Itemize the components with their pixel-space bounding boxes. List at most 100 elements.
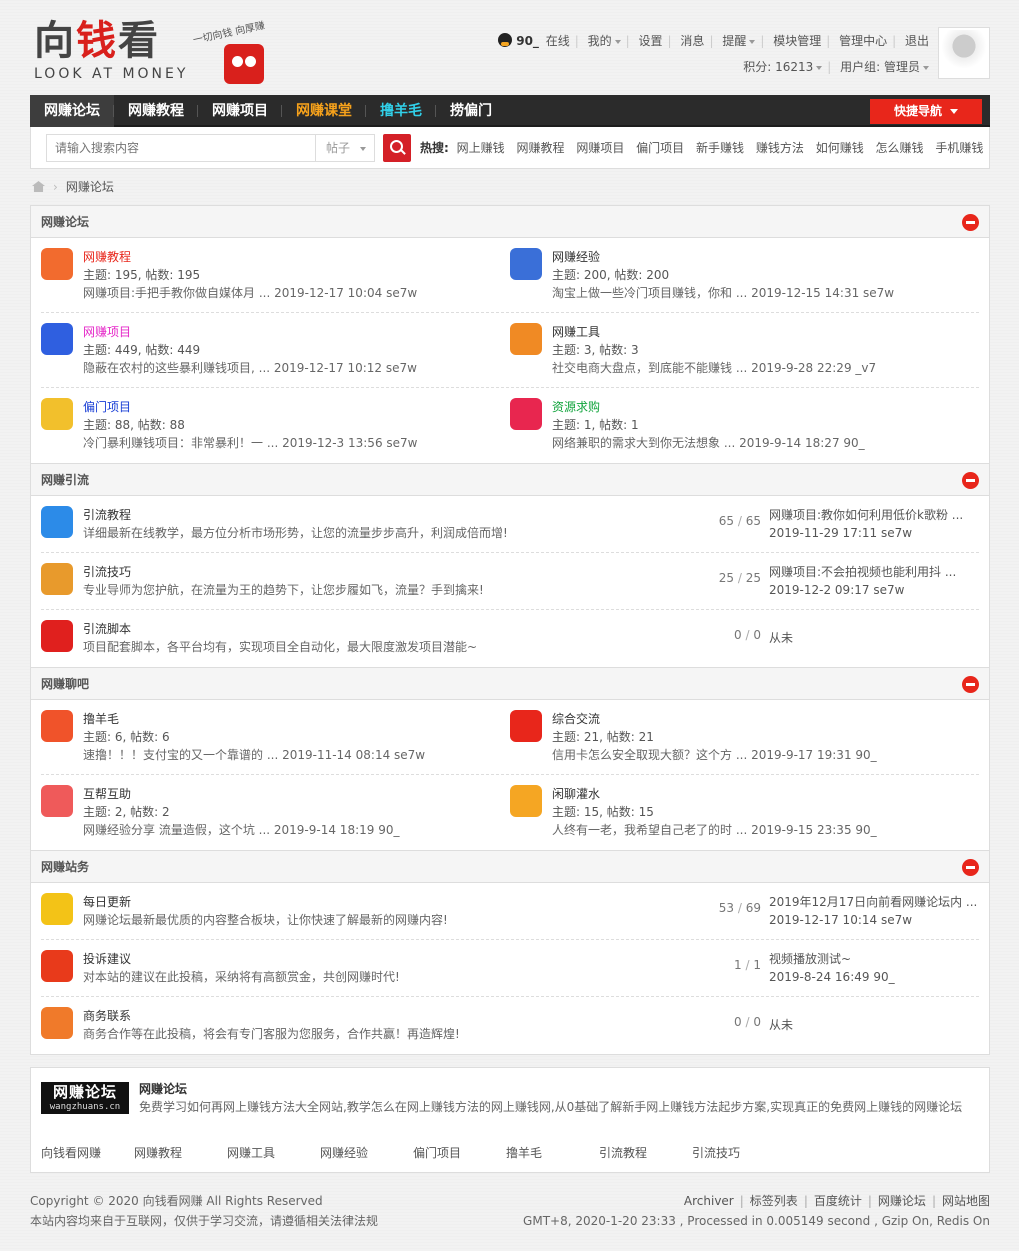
hot-word[interactable]: 偏门项目 — [636, 141, 684, 155]
forum-name[interactable]: 互帮互助 — [83, 785, 510, 803]
forum-icon[interactable] — [510, 710, 542, 742]
collapse-icon[interactable] — [962, 214, 979, 231]
home-icon[interactable] — [32, 181, 45, 192]
footer-title[interactable]: 网赚论坛 — [139, 1080, 979, 1098]
forum-link[interactable]: 网赚论坛 — [878, 1194, 926, 1208]
forum-name[interactable]: 网赚项目 — [83, 323, 510, 341]
forum-icon[interactable] — [41, 563, 73, 595]
hot-word[interactable]: 如何赚钱 — [816, 141, 864, 155]
hot-word[interactable]: 新手赚钱 — [696, 141, 744, 155]
forum-icon[interactable] — [41, 398, 73, 430]
forum-name[interactable]: 资源求购 — [552, 398, 979, 416]
forum-icon[interactable] — [510, 248, 542, 280]
forum-last-post[interactable]: 视频播放测试~ 2019-8-24 16:49 90_ — [769, 950, 979, 986]
nav-item-projects[interactable]: 网赚项目 — [198, 95, 282, 127]
forum-last-post[interactable]: 社交电商大盘点，到底能不能赚钱 ... 2019-9-28 22:29 _v7 — [552, 359, 979, 377]
nav-item-offbeat[interactable]: 捞偏门 — [436, 95, 506, 127]
forum-icon[interactable] — [510, 785, 542, 817]
nav-item-tutorial[interactable]: 网赚教程 — [114, 95, 198, 127]
nav-item-forum[interactable]: 网赚论坛 — [30, 95, 114, 127]
quick-nav-button[interactable]: 快捷导航 — [870, 99, 982, 124]
collapse-icon[interactable] — [962, 859, 979, 876]
forum-name[interactable]: 网赚教程 — [83, 248, 510, 266]
last-post-title[interactable]: 视频播放测试~ — [769, 950, 979, 968]
module-admin-link[interactable]: 模块管理 — [773, 34, 821, 48]
forum-icon[interactable] — [41, 323, 73, 355]
forum-name[interactable]: 网赚工具 — [552, 323, 979, 341]
forum-icon[interactable] — [41, 620, 73, 652]
forum-icon[interactable] — [41, 1007, 73, 1039]
forum-icon[interactable] — [510, 323, 542, 355]
hot-word[interactable]: 手机赚钱 — [935, 141, 983, 155]
forum-icon[interactable] — [41, 710, 73, 742]
section-title[interactable]: 网赚论坛 — [41, 215, 89, 229]
avatar[interactable] — [938, 27, 990, 79]
forum-last-post[interactable]: 网赚项目:手把手教你做自媒体月 ... 2019-12-17 10:04 se7… — [83, 284, 510, 302]
points-menu[interactable]: 积分: 16213 — [743, 60, 823, 74]
footer-link[interactable]: 网赚经验 — [320, 1144, 413, 1161]
hot-word[interactable]: 赚钱方法 — [756, 141, 804, 155]
section-title[interactable]: 网赚聊吧 — [41, 677, 89, 691]
username-link[interactable]: 90_ — [516, 34, 539, 48]
search-input[interactable] — [46, 134, 316, 162]
forum-name[interactable]: 网赚经验 — [552, 248, 979, 266]
sitemap-link[interactable]: 网站地图 — [942, 1194, 990, 1208]
usergroup-menu[interactable]: 用户组: 管理员 — [840, 60, 929, 74]
hot-word[interactable]: 网赚项目 — [576, 141, 624, 155]
forum-name[interactable]: 偏门项目 — [83, 398, 510, 416]
forum-last-post[interactable]: 2019年12月17日向前看网赚论坛内 ... 2019-12-17 10:14 … — [769, 893, 979, 929]
footer-link[interactable]: 引流教程 — [599, 1144, 692, 1161]
forum-icon[interactable] — [41, 785, 73, 817]
hot-word[interactable]: 怎么赚钱 — [876, 141, 924, 155]
forum-icon[interactable] — [41, 950, 73, 982]
hot-word[interactable]: 网上赚钱 — [457, 141, 505, 155]
hot-word[interactable]: 网赚教程 — [516, 141, 564, 155]
last-post-title[interactable]: 网赚项目:教你如何利用低价k歌粉 ... — [769, 506, 979, 524]
stats-link[interactable]: 百度统计 — [814, 1194, 862, 1208]
tags-link[interactable]: 标签列表 — [750, 1194, 798, 1208]
forum-last-post[interactable]: 网赚经验分享 流量造假，这个坑 ... 2019-9-14 18:19 90_ — [83, 821, 510, 839]
collapse-icon[interactable] — [962, 676, 979, 693]
footer-link[interactable]: 网赚教程 — [134, 1144, 227, 1161]
footer-link[interactable]: 偏门项目 — [413, 1144, 506, 1161]
footer-link[interactable]: 网赚工具 — [227, 1144, 320, 1161]
forum-last-post[interactable]: 冷门暴利赚钱项目：非常暴利！一 ... 2019-12-3 13:56 se7w — [83, 434, 510, 452]
footer-logo[interactable]: 网赚论坛 wangzhuans.cn — [41, 1082, 129, 1114]
online-status[interactable]: 在线 — [546, 34, 570, 48]
search-type-select[interactable]: 帖子 — [315, 134, 375, 162]
forum-name[interactable]: 闲聊灌水 — [552, 785, 979, 803]
footer-link[interactable]: 撸羊毛 — [506, 1144, 599, 1161]
forum-icon[interactable] — [41, 248, 73, 280]
last-post-title[interactable]: 2019年12月17日向前看网赚论坛内 ... — [769, 893, 979, 911]
archiver-link[interactable]: Archiver — [684, 1194, 734, 1208]
forum-last-post[interactable]: 网赚项目:不会拍视频也能利用抖 ... 2019-12-2 09:17 se7w — [769, 563, 979, 599]
admin-center-link[interactable]: 管理中心 — [839, 34, 887, 48]
section-title[interactable]: 网赚站务 — [41, 860, 89, 874]
forum-last-post[interactable]: 隐蔽在农村的这些暴利赚钱项目, ... 2019-12-17 10:12 se7… — [83, 359, 510, 377]
section-title[interactable]: 网赚引流 — [41, 473, 89, 487]
nav-item-wool[interactable]: 撸羊毛 — [366, 95, 436, 127]
nav-item-classroom[interactable]: 网赚课堂 — [282, 95, 366, 127]
breadcrumb-current[interactable]: 网赚论坛 — [66, 180, 114, 194]
forum-last-post[interactable]: 人终有一老，我希望自己老了的时 ... 2019-9-15 23:35 90_ — [552, 821, 979, 839]
search-button[interactable] — [383, 134, 411, 162]
last-post-title[interactable]: 网赚项目:不会拍视频也能利用抖 ... — [769, 563, 979, 581]
forum-icon[interactable] — [510, 398, 542, 430]
collapse-icon[interactable] — [962, 472, 979, 489]
messages-link[interactable]: 消息 — [680, 34, 704, 48]
forum-last-post[interactable]: 网络兼职的需求大到你无法想象 ... 2019-9-14 18:27 90_ — [552, 434, 979, 452]
forum-name[interactable]: 撸羊毛 — [83, 710, 510, 728]
forum-icon[interactable] — [41, 506, 73, 538]
footer-link[interactable]: 向钱看网赚 — [41, 1144, 134, 1161]
reminders-menu[interactable]: 提醒 — [722, 34, 756, 48]
forum-last-post[interactable]: 淘宝上做一些冷门项目赚钱，你和 ... 2019-12-15 14:31 se7… — [552, 284, 979, 302]
forum-name[interactable]: 综合交流 — [552, 710, 979, 728]
site-logo[interactable]: 向钱看 LOOK AT MONEY 一切向钱 向厚赚 — [34, 18, 274, 88]
logout-link[interactable]: 退出 — [905, 34, 929, 48]
forum-last-post[interactable]: 网赚项目:教你如何利用低价k歌粉 ... 2019-11-29 17:11 se7… — [769, 506, 979, 542]
settings-link[interactable]: 设置 — [639, 34, 663, 48]
footer-link[interactable]: 引流技巧 — [692, 1144, 785, 1161]
my-menu[interactable]: 我的 — [588, 34, 621, 48]
forum-icon[interactable] — [41, 893, 73, 925]
forum-last-post[interactable]: 速撸！！！支付宝的又一个靠谱的 ... 2019-11-14 08:14 se7… — [83, 746, 510, 764]
